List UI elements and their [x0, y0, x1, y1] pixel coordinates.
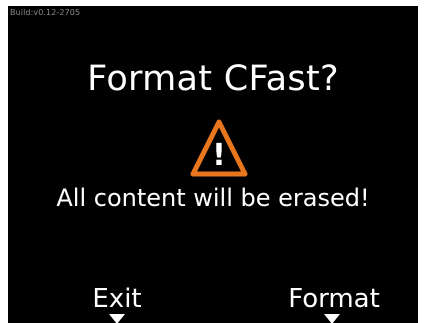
- exit-softkey-arrow-icon[interactable]: [109, 314, 125, 323]
- warning-triangle-icon: !: [190, 119, 248, 177]
- warning-exclamation-glyph: !: [212, 138, 226, 173]
- build-version-label: Build:v0.12-2705: [10, 8, 81, 17]
- format-softkey-label[interactable]: Format: [276, 284, 392, 314]
- format-softkey-arrow-icon[interactable]: [324, 314, 340, 323]
- warning-message: All content will be erased!: [56, 184, 370, 212]
- exit-softkey-label[interactable]: Exit: [70, 284, 164, 314]
- device-screen: Build:v0.12-2705 Format CFast? ! All con…: [8, 6, 418, 323]
- dialog-title: Format CFast?: [87, 59, 339, 99]
